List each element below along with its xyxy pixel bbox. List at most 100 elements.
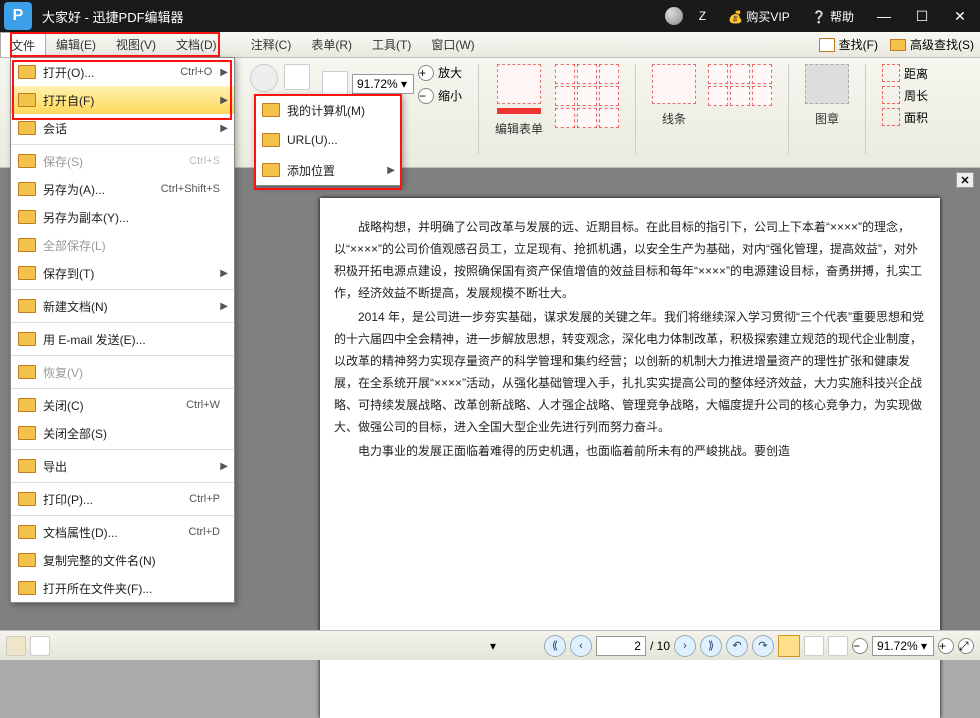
zoom-in-label[interactable]: 放大 xyxy=(438,64,462,81)
snapshot-tool[interactable] xyxy=(250,64,278,92)
shape-4[interactable] xyxy=(708,86,728,106)
globe-icon[interactable] xyxy=(665,7,683,25)
submenu-arrow-icon: ▶ xyxy=(220,268,228,279)
submenu-arrow-icon: ▶ xyxy=(387,165,395,176)
last-page-button[interactable]: ⟫ xyxy=(700,635,722,657)
form-tool-9[interactable] xyxy=(599,108,619,128)
menu-item-pc[interactable]: 我的计算机(M) xyxy=(255,95,401,125)
shape-2[interactable] xyxy=(730,64,750,84)
edit-form-icon[interactable] xyxy=(497,64,541,104)
menu-item-folder[interactable]: 打开(O)...Ctrl+O▶ xyxy=(11,58,234,86)
shortcut-label: Ctrl+S xyxy=(189,155,220,167)
find-action[interactable]: 查找(F) xyxy=(813,32,884,57)
form-tool-6[interactable] xyxy=(599,86,619,106)
layout-facing[interactable] xyxy=(828,636,848,656)
edit-form-label: 编辑表单 xyxy=(495,120,543,137)
shape-6[interactable] xyxy=(752,86,772,106)
nav-fwd-button[interactable]: ↷ xyxy=(752,635,774,657)
zoom-out-button[interactable]: − xyxy=(852,638,868,654)
area-label[interactable]: 面积 xyxy=(904,109,928,126)
doc-paragraph: 2014 年，是公司进一步夯实基础，谋求发展的关键之年。我们将继续深入学习贯彻“… xyxy=(334,306,926,438)
sidebar-toggle-1[interactable] xyxy=(6,636,26,656)
buy-vip[interactable]: 💰 购买VIP xyxy=(722,6,796,27)
page-number-field[interactable]: 2 xyxy=(596,636,646,656)
dropdown-icon[interactable]: ▾ xyxy=(490,639,496,653)
menu-tool[interactable]: 工具(T) xyxy=(362,32,421,57)
screenshot-tool[interactable] xyxy=(284,64,310,90)
menu-item-save: 保存(S)Ctrl+S xyxy=(11,147,234,175)
distance-icon[interactable] xyxy=(882,64,900,82)
zoom-fit-button[interactable]: ⤢ xyxy=(958,638,974,654)
stamp-icon[interactable] xyxy=(805,64,849,104)
lines-icon[interactable] xyxy=(652,64,696,104)
doc-close-button[interactable]: ✕ xyxy=(956,172,974,188)
menu-edit[interactable]: 编辑(E) xyxy=(46,32,106,57)
form-tool-8[interactable] xyxy=(577,108,597,128)
menu-item-close-doc[interactable]: 关闭(C)Ctrl+W xyxy=(11,391,234,419)
form-tool-7[interactable] xyxy=(555,108,575,128)
adv-find-action[interactable]: 高级查找(S) xyxy=(884,32,980,57)
new-doc-icon xyxy=(17,297,37,315)
menu-file[interactable]: 文件 xyxy=(0,32,46,57)
prev-page-button[interactable]: ‹ xyxy=(570,635,592,657)
form-tool-2[interactable] xyxy=(577,64,597,84)
menu-doc[interactable]: 文档(D) xyxy=(166,32,227,57)
menu-item-save-as[interactable]: 另存为(A)...Ctrl+Shift+S xyxy=(11,175,234,203)
shortcut-label: Ctrl+Shift+S xyxy=(161,183,220,195)
menu-item-label: 另存为副本(Y)... xyxy=(43,209,228,226)
menu-item-new-doc[interactable]: 新建文档(N)▶ xyxy=(11,292,234,320)
menu-item-url[interactable]: URL(U)... xyxy=(255,125,401,155)
menu-item-sessions[interactable]: 会话▶ xyxy=(11,114,234,142)
minimize-button[interactable]: — xyxy=(870,2,898,30)
menu-item-open-folder[interactable]: 打开所在文件夹(F)... xyxy=(11,574,234,602)
email-icon xyxy=(17,330,37,348)
zoom-out-icon[interactable]: − xyxy=(418,88,434,104)
user-label[interactable]: Z xyxy=(693,7,712,25)
form-tool-1[interactable] xyxy=(555,64,575,84)
menu-window[interactable]: 窗口(W) xyxy=(421,32,484,57)
zoom-in-icon[interactable]: + xyxy=(418,65,434,81)
maximize-button[interactable]: ☐ xyxy=(908,2,936,30)
next-page-button[interactable]: › xyxy=(674,635,696,657)
first-page-button[interactable]: ⟪ xyxy=(544,635,566,657)
form-tool-4[interactable] xyxy=(555,86,575,106)
menu-item-copy-path[interactable]: 复制完整的文件名(N) xyxy=(11,546,234,574)
status-zoom-field[interactable]: 91.72% ▾ xyxy=(872,636,934,656)
menu-comment[interactable]: 注释(C) xyxy=(241,32,302,57)
shape-5[interactable] xyxy=(730,86,750,106)
layout-cont[interactable] xyxy=(804,636,824,656)
menu-item-email[interactable]: 用 E-mail 发送(E)... xyxy=(11,325,234,353)
form-tool-5[interactable] xyxy=(577,86,597,106)
menu-item-label: 复制完整的文件名(N) xyxy=(43,552,228,569)
shape-1[interactable] xyxy=(708,64,728,84)
print-icon xyxy=(17,490,37,508)
form-tool-3[interactable] xyxy=(599,64,619,84)
menu-item-save-to[interactable]: 保存到(T)▶ xyxy=(11,259,234,287)
zoom-out-label[interactable]: 缩小 xyxy=(438,87,462,104)
close-button[interactable]: ✕ xyxy=(946,2,974,30)
menu-item-props[interactable]: 文档属性(D)...Ctrl+D xyxy=(11,518,234,546)
help[interactable]: ❔ 帮助 xyxy=(806,6,860,27)
nav-back-button[interactable]: ↶ xyxy=(726,635,748,657)
layout-single[interactable] xyxy=(778,635,800,657)
menu-view[interactable]: 视图(V) xyxy=(106,32,166,57)
menu-item-print[interactable]: 打印(P)...Ctrl+P xyxy=(11,485,234,513)
perimeter-icon[interactable] xyxy=(882,86,900,104)
save-as-icon xyxy=(17,180,37,198)
menu-item-folder-globe[interactable]: 打开自(F)▶ xyxy=(11,86,234,114)
menu-form[interactable]: 表单(R) xyxy=(301,32,362,57)
save-all-icon xyxy=(17,236,37,254)
zoom-in-button[interactable]: + xyxy=(938,638,954,654)
menu-item-label: URL(U)... xyxy=(287,133,395,147)
perimeter-label[interactable]: 周长 xyxy=(904,87,928,104)
menu-item-close-all[interactable]: 关闭全部(S) xyxy=(11,419,234,447)
zoom-field[interactable]: 91.72% ▾ xyxy=(352,74,414,94)
shape-3[interactable] xyxy=(752,64,772,84)
menu-item-add-loc[interactable]: 添加位置▶ xyxy=(255,155,401,185)
menu-item-save-copy[interactable]: 另存为副本(Y)... xyxy=(11,203,234,231)
folder-search-icon xyxy=(890,39,906,51)
area-icon[interactable] xyxy=(882,108,900,126)
menu-item-export[interactable]: 导出▶ xyxy=(11,452,234,480)
distance-label[interactable]: 距离 xyxy=(904,65,928,82)
sidebar-toggle-2[interactable] xyxy=(30,636,50,656)
